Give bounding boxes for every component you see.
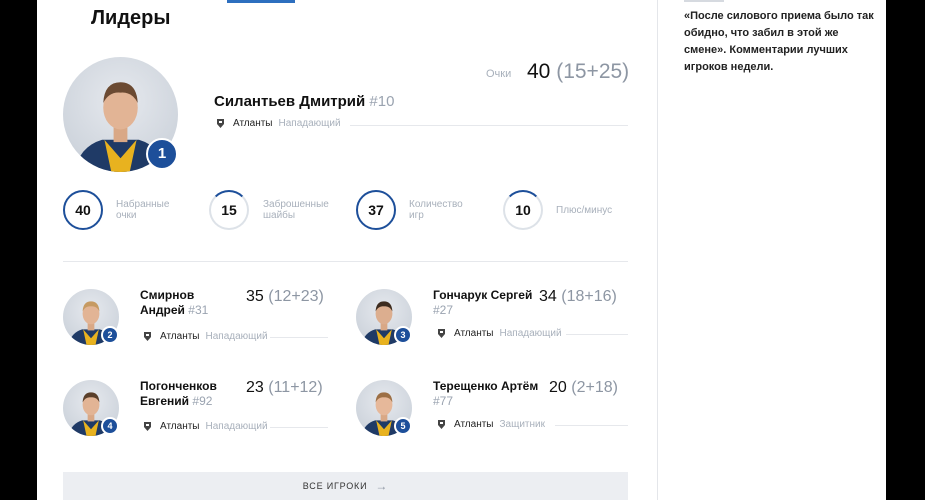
player-points: 23 [246,379,264,396]
stat-games-label: Количество игр [409,199,463,221]
leader-position: Нападающий [278,118,341,129]
player-points-breakdown: (11+12) [268,379,323,396]
player-team[interactable]: Атланты [454,328,494,339]
player-number: #77 [433,394,454,408]
player-divider [566,334,628,335]
player-rank-badge: 3 [394,326,412,344]
player-position: Защитник [499,419,545,430]
player-position: Нападающий [205,421,268,432]
section-divider [63,261,628,262]
player-score: 34 (18+16) [539,288,617,306]
leader-team[interactable]: Атланты [233,118,273,129]
player-name[interactable]: Погонченков Евгений #92 [140,379,217,409]
leader-points: 40 (15+25) [527,60,629,84]
player-team-row: Атланты Нападающий [143,421,268,432]
leader-name-text: Силантьев Дмитрий [214,93,366,110]
leader-points-label: Очки [486,68,512,80]
player-team[interactable]: Атланты [454,419,494,430]
player-name-line1: Терещенко Артём [433,379,539,393]
team-logo-icon [438,329,445,338]
player-score: 20 (2+18) [549,379,618,397]
stat-games-ring: 37 [356,190,396,230]
player-number: #31 [188,303,209,317]
news-headline[interactable]: «После силового приема было так обидно, … [684,8,874,76]
leader-rank-badge: 1 [146,138,178,170]
player-name[interactable]: Гончарук Сергей #27 [433,288,532,318]
player-points: 20 [549,379,567,396]
player-team-row: Атланты Нападающий [143,331,268,342]
team-logo-icon [144,332,151,341]
player-name-line2: Андрей [140,303,185,317]
player-score: 23 (11+12) [246,379,323,397]
player-rank-badge: 4 [101,417,119,435]
player-points: 35 [246,288,264,305]
news-separator [684,0,724,2]
player-points: 34 [539,288,557,305]
player-number: #92 [192,394,213,408]
player-name-line2: Евгений [140,394,190,408]
player-divider [555,425,628,426]
arrow-right-icon: → [375,479,389,493]
all-players-button[interactable]: ВСЕ ИГРОКИ → [63,472,628,500]
player-position: Нападающий [205,331,268,342]
player-divider [270,337,328,338]
stat-points-label: Набранные очки [116,199,170,221]
all-players-label: ВСЕ ИГРОКИ [302,481,368,491]
player-name-line1: Смирнов [140,288,195,302]
player-rank-badge: 5 [394,417,412,435]
player-name[interactable]: Терещенко Артём #77 [433,379,538,409]
player-points-breakdown: (2+18) [571,379,618,396]
player-score: 35 (12+23) [246,288,324,306]
stat-plusminus-ring: 10 [503,190,543,230]
stat-goals-ring: 15 [209,190,249,230]
leader-number: #10 [369,93,395,110]
leader-team-row: Атланты Нападающий [216,118,341,129]
leader-name[interactable]: Силантьев Дмитрий #10 [214,93,394,110]
player-points-breakdown: (18+16) [561,288,617,305]
stat-plusminus-label: Плюс/минус [556,205,613,216]
player-rank-badge: 2 [101,326,119,344]
player-team[interactable]: Атланты [160,331,200,342]
active-tab-indicator [227,0,295,3]
player-points-breakdown: (12+23) [268,288,324,305]
team-logo-icon [217,119,224,128]
stat-goals-label: Заброшенные шайбы [263,199,329,221]
player-name-line1: Гончарук Сергей [433,288,533,302]
leader-points-breakdown: (15+25) [556,60,630,83]
page-title: Лидеры [91,7,171,29]
player-number: #27 [433,303,454,317]
player-divider [270,427,328,428]
player-name[interactable]: Смирнов Андрей #31 [140,288,208,318]
team-logo-icon [144,422,151,431]
stat-points-ring: 40 [63,190,103,230]
player-team[interactable]: Атланты [160,421,200,432]
leader-divider [350,125,628,126]
leader-points-value: 40 [527,60,551,83]
player-team-row: Атланты Защитник [437,419,545,430]
player-name-line1: Погонченков [140,379,217,393]
player-position: Нападающий [499,328,562,339]
team-logo-icon [438,420,445,429]
player-team-row: Атланты Нападающий [437,328,562,339]
